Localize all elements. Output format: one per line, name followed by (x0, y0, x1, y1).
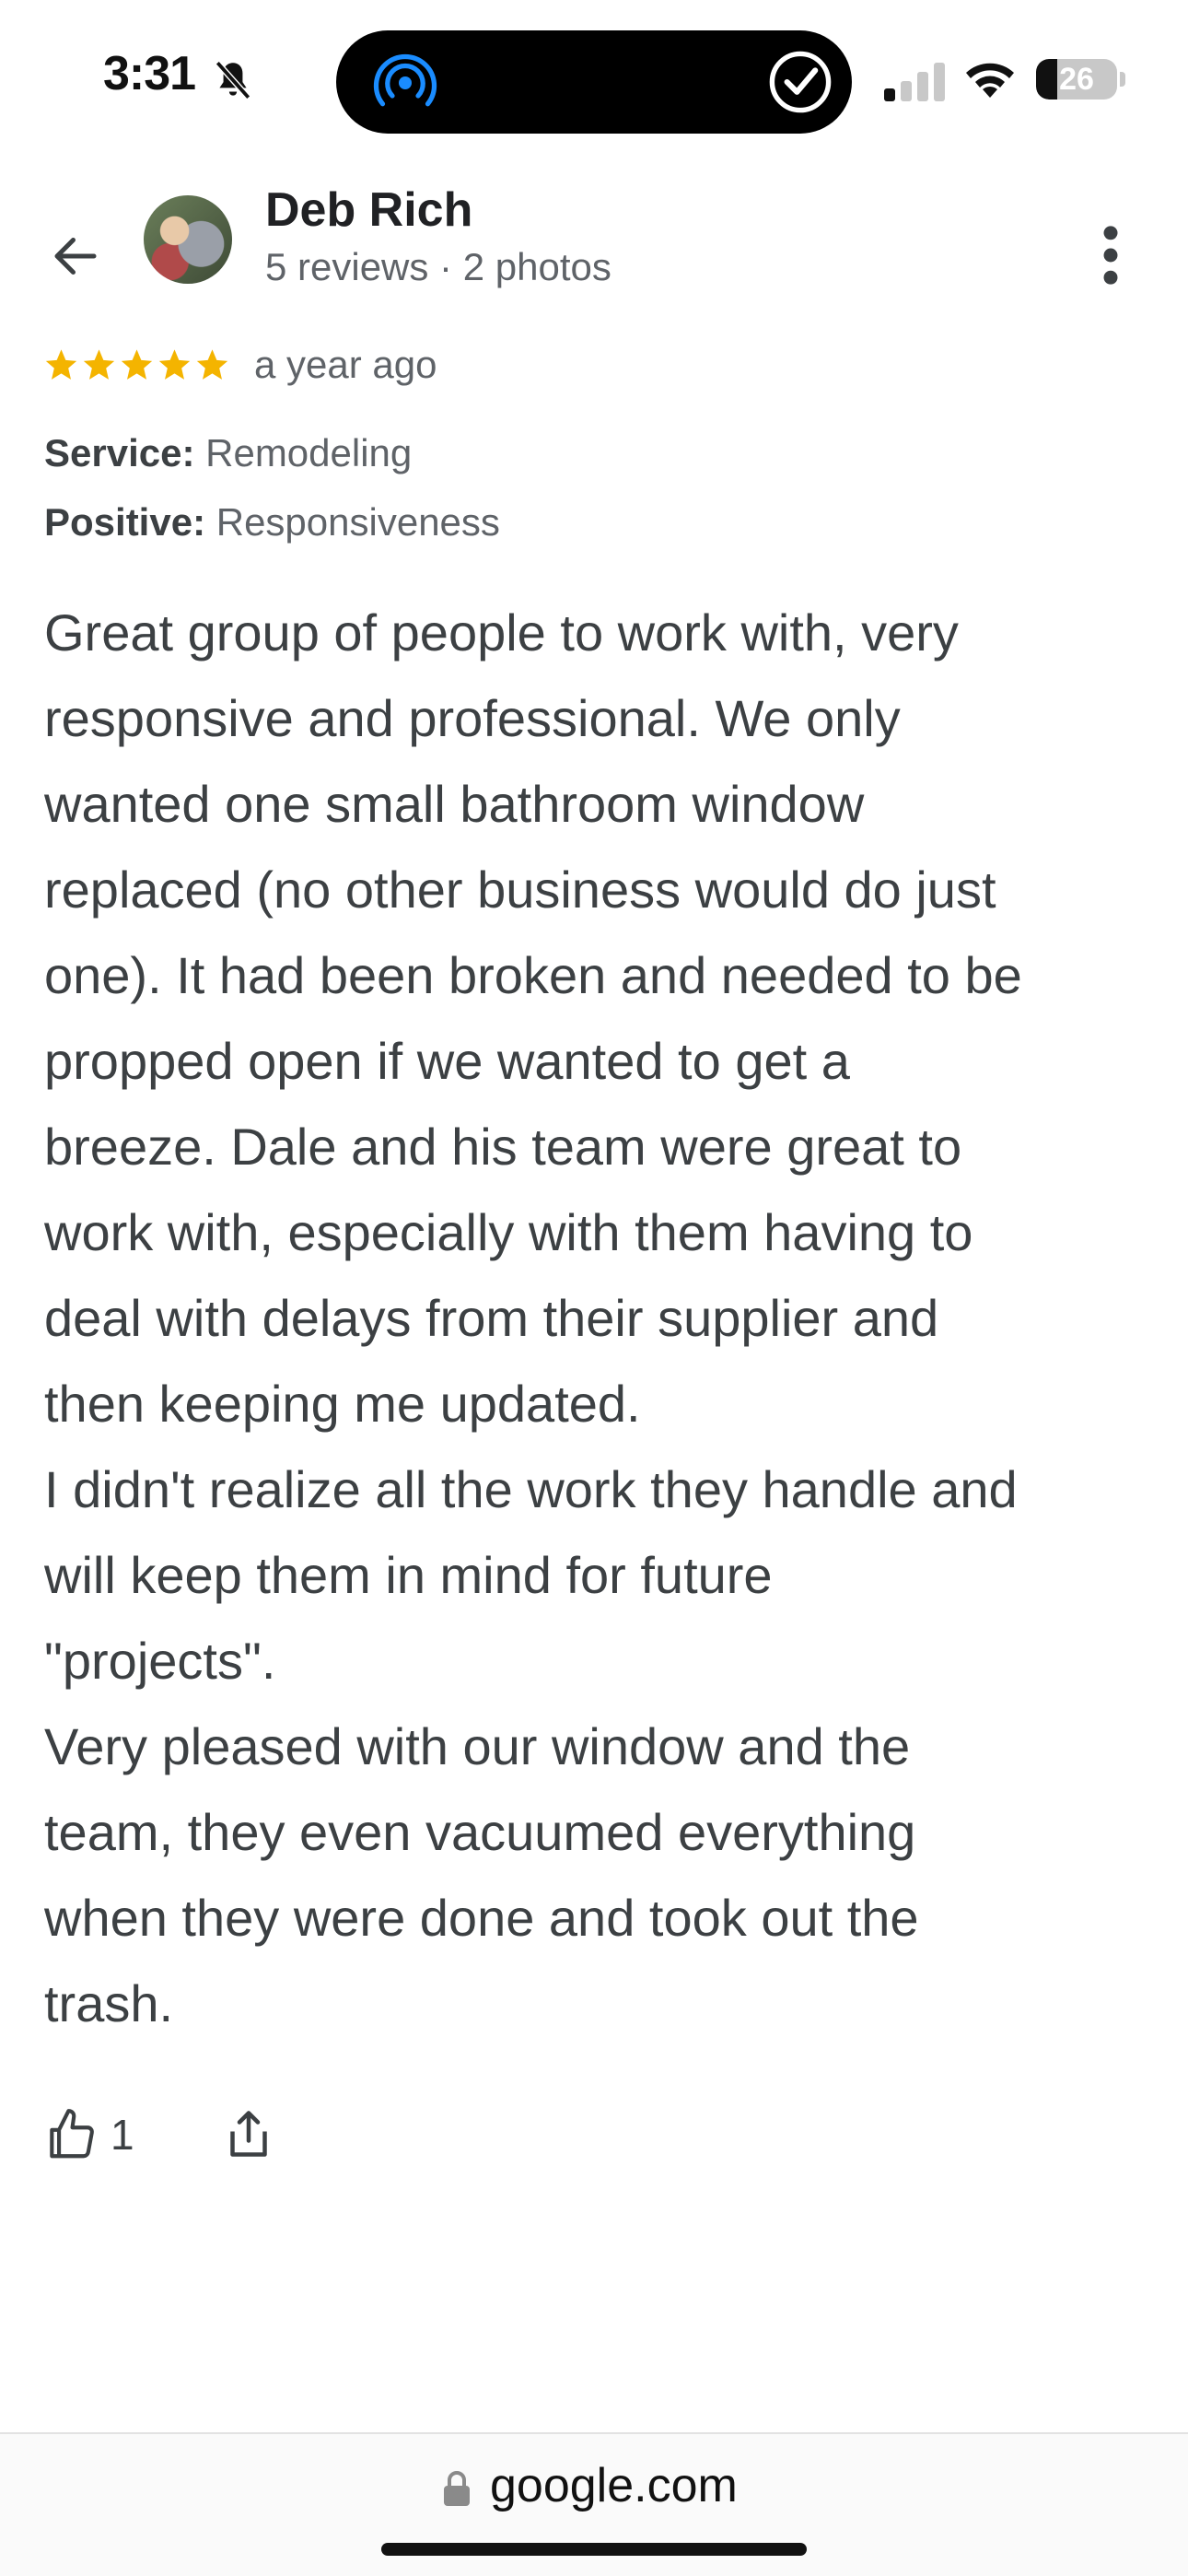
status-time: 3:31 (103, 47, 196, 100)
dynamic-island (336, 30, 852, 134)
service-value: Remodeling (205, 431, 413, 474)
avatar[interactable] (144, 195, 232, 284)
page: 3:31 26 Deb Rich 5 reviews · 2 photos a … (0, 0, 1188, 2576)
star-icon (158, 349, 191, 380)
review-text: Great group of people to work with, very… (44, 603, 1022, 2032)
review-time: a year ago (254, 343, 437, 386)
lock-icon (444, 2471, 470, 2506)
battery-cap (1120, 72, 1125, 87)
like-button[interactable]: 1 (42, 2102, 134, 2167)
star-icon (196, 349, 228, 380)
share-icon[interactable] (221, 2104, 276, 2163)
back-arrow-icon[interactable] (48, 228, 103, 284)
status-bar: 3:31 26 (0, 0, 1188, 157)
positive-value: Responsiveness (215, 500, 500, 544)
check-circle-icon (769, 51, 832, 113)
home-indicator[interactable] (381, 2543, 807, 2556)
bell-slash-icon (215, 61, 251, 100)
battery-indicator: 26 (1036, 59, 1117, 100)
positive-label: Positive: (44, 500, 206, 544)
airdrop-icon (373, 53, 437, 107)
signal-icon (884, 63, 945, 101)
url-text[interactable]: google.com (490, 2458, 738, 2513)
thumb-up-icon (50, 2109, 94, 2159)
like-count: 1 (111, 2111, 134, 2159)
browser-url-bar[interactable]: google.com (0, 2432, 1188, 2576)
reviewer-name[interactable]: Deb Rich (265, 182, 472, 238)
reviewer-meta: 5 reviews · 2 photos (265, 245, 611, 288)
positive-line: Positive: Responsiveness (44, 500, 500, 544)
service-label: Service: (44, 431, 195, 474)
more-vert-icon[interactable] (1092, 225, 1129, 286)
star-icon (45, 349, 77, 380)
wifi-icon (966, 63, 1014, 98)
service-line: Service: Remodeling (44, 431, 412, 475)
star-rating (42, 346, 236, 387)
star-icon (121, 349, 153, 380)
star-icon (83, 349, 115, 380)
battery-label: 26 (1059, 62, 1094, 97)
